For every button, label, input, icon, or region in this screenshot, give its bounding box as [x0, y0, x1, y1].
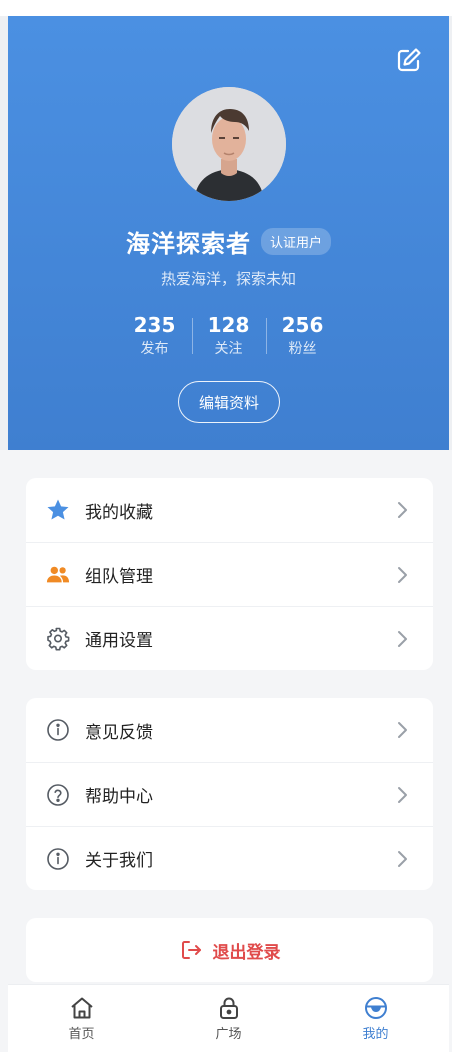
menu-item-help[interactable]: 帮助中心 [26, 762, 433, 826]
edit-profile-button[interactable]: 编辑资料 [178, 381, 280, 423]
tab-bar: 首页 广场 我的 [8, 984, 449, 1052]
chevron-right-icon [398, 502, 407, 518]
user-name: 海洋探索者 [125, 229, 251, 258]
lock-icon [219, 997, 238, 1019]
logout-label: 退出登录 [212, 942, 281, 963]
chevron-right-icon [398, 787, 407, 803]
logout-button[interactable]: 退出登录 [26, 918, 433, 982]
menu-item-feedback[interactable]: 意见反馈 [26, 698, 433, 762]
profile-icon [364, 997, 387, 1019]
menu-card-primary: 我的收藏 组队管理 通用设置 [26, 478, 433, 670]
chevron-right-icon [398, 851, 407, 867]
help-icon [46, 783, 70, 807]
star-icon [46, 498, 70, 522]
stat-value: 256 [281, 313, 324, 337]
user-bio: 热爱海洋，探索未知 [160, 270, 296, 288]
tab-label: 广场 [215, 1027, 242, 1042]
tab-label: 我的 [362, 1027, 389, 1042]
name-row: 海洋探索者 认证用户 [8, 221, 449, 261]
chevron-right-icon [398, 631, 407, 647]
stat-label: 关注 [214, 341, 243, 357]
menu-item-team[interactable]: 组队管理 [26, 542, 433, 606]
tab-label: 首页 [68, 1027, 95, 1042]
stat-value: 128 [207, 313, 250, 337]
menu-item-label: 意见反馈 [85, 722, 153, 743]
menu-item-label: 帮助中心 [85, 787, 153, 807]
stat-label: 发布 [140, 341, 169, 357]
menu-item-settings[interactable]: 通用设置 [26, 606, 433, 670]
logout-icon [181, 941, 201, 959]
menu-card-secondary: 意见反馈 帮助中心 关于我们 [26, 698, 433, 890]
verified-badge: 认证用户 [260, 227, 331, 255]
info-icon [46, 718, 70, 742]
stat-label: 粉丝 [288, 341, 317, 357]
tab-plaza[interactable]: 广场 [155, 985, 302, 1052]
edit-icon[interactable] [395, 46, 423, 74]
profile-page: 海洋探索者 认证用户 热爱海洋，探索未知 235 发布 128 关注 256 粉… [0, 0, 452, 1052]
avatar[interactable] [172, 87, 286, 201]
stat-followers[interactable]: 256 粉丝 [265, 312, 340, 360]
menu-item-favorites[interactable]: 我的收藏 [26, 478, 433, 542]
stats-row: 235 发布 128 关注 256 粉丝 [8, 312, 449, 360]
tab-home[interactable]: 首页 [8, 985, 155, 1052]
team-icon [46, 563, 70, 587]
home-icon [70, 997, 93, 1019]
info-icon [46, 847, 70, 871]
menu-item-label: 我的收藏 [85, 502, 153, 523]
chevron-right-icon [398, 567, 407, 583]
left-gutter [0, 16, 8, 450]
status-strip [0, 0, 452, 16]
chevron-right-icon [398, 722, 407, 738]
profile-header: 海洋探索者 认证用户 热爱海洋，探索未知 235 发布 128 关注 256 粉… [8, 16, 449, 450]
avatar-portrait [172, 87, 286, 201]
gear-icon [46, 627, 70, 651]
menu-item-label: 关于我们 [85, 851, 153, 871]
stat-posts[interactable]: 235 发布 [118, 312, 192, 360]
menu-item-label: 组队管理 [85, 567, 153, 587]
stat-value: 235 [133, 313, 176, 337]
menu-item-about[interactable]: 关于我们 [26, 826, 433, 890]
tab-mine[interactable]: 我的 [302, 985, 449, 1052]
stat-following[interactable]: 128 关注 [191, 312, 266, 360]
menu-item-label: 通用设置 [85, 631, 153, 651]
